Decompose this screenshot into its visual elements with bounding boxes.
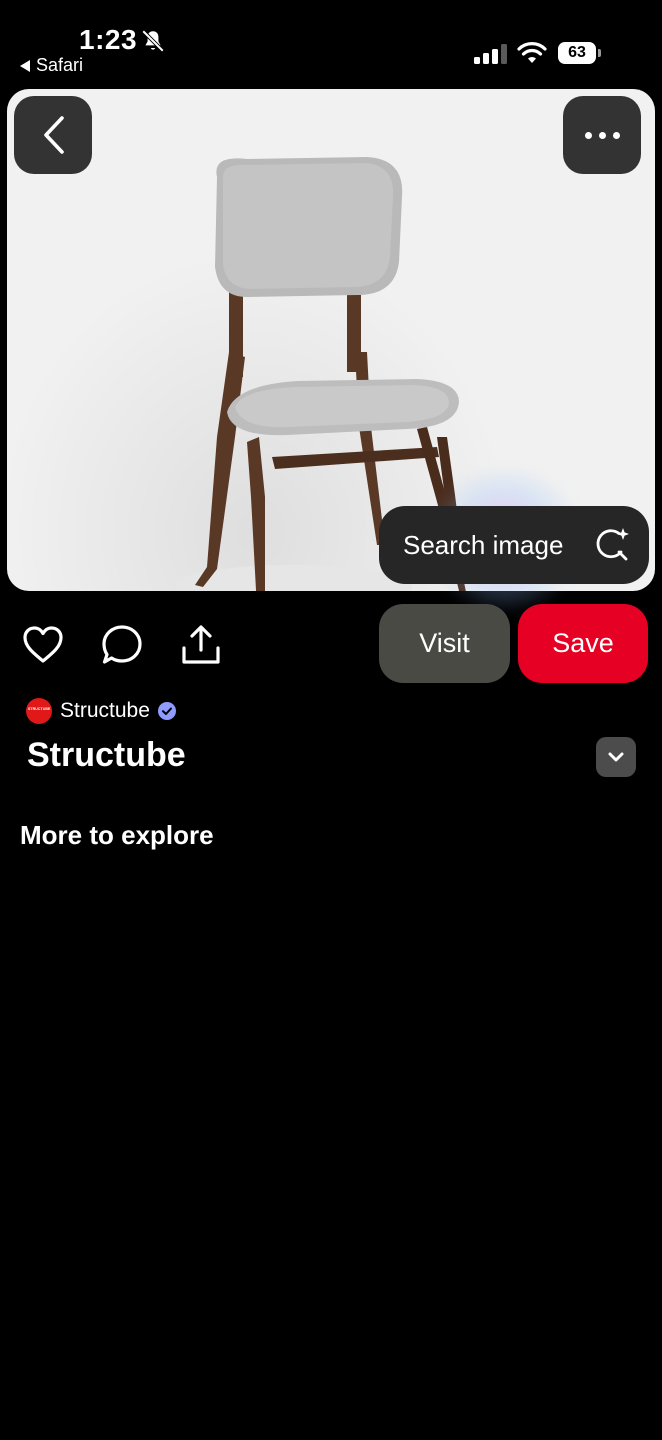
heart-icon[interactable] xyxy=(22,624,64,666)
expand-details-button[interactable] xyxy=(596,737,636,777)
status-time: 1:23 xyxy=(79,24,138,55)
more-to-explore-heading: More to explore xyxy=(20,820,214,850)
visit-button[interactable]: Visit xyxy=(379,604,510,683)
more-icon xyxy=(584,131,620,139)
source-avatar: STRUCTUBE xyxy=(26,698,52,724)
save-button[interactable]: Save xyxy=(518,604,648,683)
pin-title: Structube xyxy=(27,736,186,774)
pin-actions: Visit Save xyxy=(0,604,662,684)
bell-off-icon xyxy=(141,29,165,53)
search-image-button[interactable]: Search image xyxy=(379,506,649,584)
comment-icon[interactable] xyxy=(101,624,143,666)
verified-icon xyxy=(157,702,176,720)
back-to-app[interactable]: Safari xyxy=(20,55,83,76)
signal-icon xyxy=(474,44,507,64)
more-options-button[interactable] xyxy=(563,96,641,174)
search-image-label: Search image xyxy=(403,529,564,560)
back-triangle-icon xyxy=(20,59,30,72)
battery-icon: 63 xyxy=(558,42,602,66)
back-app-label: Safari xyxy=(36,55,84,75)
status-bar: 1:23 Safari 63 xyxy=(0,0,662,88)
battery-level: 63 xyxy=(558,42,596,64)
back-chevron-icon xyxy=(44,116,64,154)
share-icon[interactable] xyxy=(180,624,222,666)
chevron-down-icon xyxy=(608,752,624,762)
source-name: Structube xyxy=(60,699,150,722)
wifi-icon xyxy=(517,42,547,63)
back-button[interactable] xyxy=(14,96,92,174)
pin-source[interactable]: STRUCTUBE Structube xyxy=(26,697,176,725)
visual-search-icon xyxy=(596,528,629,561)
